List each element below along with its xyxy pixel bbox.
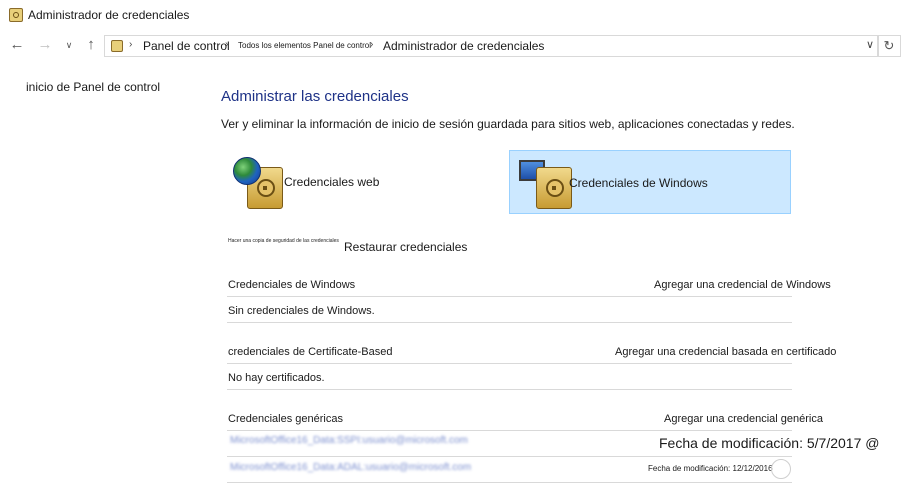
generic-credential-name[interactable]: MicrosoftOffice16_Data:ADAL:usuario@micr… xyxy=(230,462,471,473)
vault-icon xyxy=(536,167,572,209)
section-header-certificate[interactable]: credenciales de Certificate-Based xyxy=(228,346,392,358)
divider xyxy=(227,296,792,297)
web-credentials-tile[interactable]: Credenciales web xyxy=(227,150,497,212)
control-panel-home-link[interactable]: inicio de Panel de control xyxy=(26,80,160,94)
credential-manager-icon xyxy=(9,8,23,22)
restore-credentials-link[interactable]: Restaurar credenciales xyxy=(344,240,467,254)
address-dropdown-icon[interactable]: ∨ xyxy=(866,38,874,51)
web-credentials-label: Credenciales web xyxy=(284,175,380,189)
windows-credentials-tile[interactable]: Credenciales de Windows xyxy=(509,150,791,214)
section-header-windows[interactable]: Credenciales de Windows xyxy=(228,279,355,291)
divider xyxy=(227,363,792,364)
page-title: Administrar las credenciales xyxy=(221,88,409,105)
add-generic-credential-link[interactable]: Agregar una credencial genérica xyxy=(664,413,823,425)
breadcrumb-separator-icon[interactable]: › xyxy=(370,39,373,50)
divider xyxy=(227,322,792,323)
add-windows-credential-link[interactable]: Agregar una credencial de Windows xyxy=(654,279,831,291)
page-subtitle: Ver y eliminar la información de inicio … xyxy=(221,117,795,131)
breadcrumb-separator-icon[interactable]: › xyxy=(129,39,132,50)
control-panel-icon xyxy=(111,40,123,52)
expand-icon[interactable] xyxy=(771,459,791,479)
certificate-empty-text: No hay certificados. xyxy=(228,372,325,384)
globe-icon xyxy=(233,157,261,185)
navigation-bar: ← → ∨ ↑ › Panel de control › Todos los e… xyxy=(0,32,909,60)
backup-credentials-link[interactable]: Hacer una copia de seguridad de las cred… xyxy=(228,238,339,244)
divider xyxy=(227,389,792,390)
breadcrumb-separator-icon[interactable]: › xyxy=(225,39,228,50)
divider xyxy=(227,430,792,431)
add-certificate-credential-link[interactable]: Agregar una credencial basada en certifi… xyxy=(615,346,836,358)
address-bar[interactable]: › Panel de control › Todos los elementos… xyxy=(104,35,879,57)
breadcrumb-todos-los-elementos[interactable]: Todos los elementos Panel de control xyxy=(238,41,371,50)
windows-credentials-label: Credenciales de Windows xyxy=(569,176,708,190)
section-header-generic[interactable]: Credenciales genéricas xyxy=(228,413,343,425)
recent-locations-chevron-icon[interactable]: ∨ xyxy=(60,36,78,54)
window-title: Administrador de credenciales xyxy=(28,8,190,22)
title-bar: Administrador de credenciales xyxy=(0,0,909,30)
arrow-right-icon[interactable]: → xyxy=(36,36,54,54)
breadcrumb-administrador[interactable]: Administrador de credenciales xyxy=(383,39,544,53)
arrow-left-icon[interactable]: ← xyxy=(8,36,26,54)
arrow-up-icon[interactable]: ↑ xyxy=(82,36,100,54)
modified-date: Fecha de modificación: 5/7/2017 @ xyxy=(659,435,880,451)
modified-date: Fecha de modificación: 12/12/2016 xyxy=(648,464,773,473)
refresh-icon[interactable]: ↻ xyxy=(877,35,901,57)
breadcrumb-panel-de-control[interactable]: Panel de control xyxy=(143,39,230,53)
windows-empty-text: Sin credenciales de Windows. xyxy=(228,305,375,317)
divider xyxy=(227,456,792,457)
generic-credential-name[interactable]: MicrosoftOffice16_Data:SSPI:usuario@micr… xyxy=(230,435,468,446)
divider xyxy=(227,482,792,483)
